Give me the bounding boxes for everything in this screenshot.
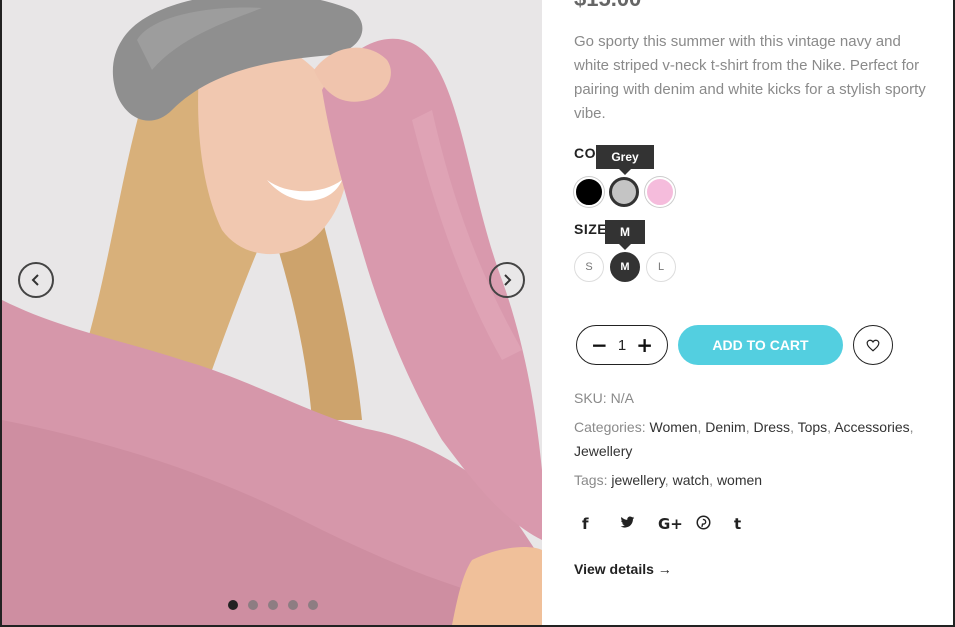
quantity-increase-button[interactable]: +: [636, 335, 653, 355]
size-option-l[interactable]: L: [646, 252, 676, 282]
pinterest-icon[interactable]: [696, 515, 734, 534]
product-photo: [2, 0, 542, 625]
category-link-accessories[interactable]: Accessories: [834, 419, 909, 435]
size-tooltip: M: [605, 220, 645, 250]
size-label: SIZE: [574, 221, 608, 237]
categories-row: Categories: Women, Denim, Dress, Tops, A…: [574, 419, 914, 459]
social-share: f G+ t: [582, 515, 772, 534]
quantity-stepper: − 1 +: [576, 325, 668, 365]
gallery-next-button[interactable]: [489, 262, 525, 298]
product-description: Go sporty this summer with this vintage …: [574, 33, 926, 122]
color-tooltip: Grey: [596, 145, 654, 175]
quantity-decrease-button[interactable]: −: [591, 335, 608, 355]
gallery-dot-5[interactable]: [308, 600, 318, 610]
tag-link-jewellery[interactable]: jewellery: [611, 472, 664, 488]
categories-label: Categories:: [574, 419, 646, 435]
wishlist-button[interactable]: [853, 325, 893, 365]
gallery-dot-1[interactable]: [228, 600, 238, 610]
size-option-s[interactable]: S: [574, 252, 604, 282]
sku-value: N/A: [610, 390, 634, 406]
color-swatch-pink[interactable]: [645, 177, 675, 207]
tumblr-icon[interactable]: t: [734, 515, 772, 534]
heart-icon: [866, 339, 880, 352]
size-option-m[interactable]: M: [610, 252, 640, 282]
category-link-tops[interactable]: Tops: [798, 419, 828, 435]
gallery-dot-3[interactable]: [268, 600, 278, 610]
product-gallery: [2, 0, 542, 625]
category-link-jewellery[interactable]: Jewellery: [574, 443, 632, 459]
chevron-right-icon: [504, 274, 512, 286]
google-plus-icon[interactable]: G+: [658, 515, 696, 534]
gallery-dot-2[interactable]: [248, 600, 258, 610]
twitter-icon[interactable]: [620, 515, 658, 534]
sku-row: SKU: N/A: [574, 386, 634, 410]
category-link-dress[interactable]: Dress: [754, 419, 791, 435]
product-price: $15.00: [574, 0, 641, 12]
add-to-cart-button[interactable]: ADD TO CART: [678, 325, 843, 365]
chevron-left-icon: [31, 274, 39, 286]
tag-link-women[interactable]: women: [717, 472, 762, 488]
quantity-value[interactable]: 1: [618, 337, 626, 354]
view-details-link[interactable]: View details →: [574, 561, 672, 577]
sku-label: SKU:: [574, 390, 607, 406]
tag-link-watch[interactable]: watch: [673, 472, 710, 488]
category-link-denim[interactable]: Denim: [705, 419, 745, 435]
quick-view-modal: $15.00 Go sporty this summer with this v…: [2, 0, 953, 625]
color-swatch-black[interactable]: [574, 177, 604, 207]
gallery-dots: [228, 600, 318, 610]
gallery-prev-button[interactable]: [18, 262, 54, 298]
color-swatch-grey[interactable]: [609, 177, 639, 207]
category-link-women[interactable]: Women: [649, 419, 697, 435]
tags-row: Tags: jewellery, watch, women: [574, 472, 763, 488]
gallery-dot-4[interactable]: [288, 600, 298, 610]
facebook-icon[interactable]: f: [582, 515, 620, 534]
tags-label: Tags:: [574, 472, 608, 488]
